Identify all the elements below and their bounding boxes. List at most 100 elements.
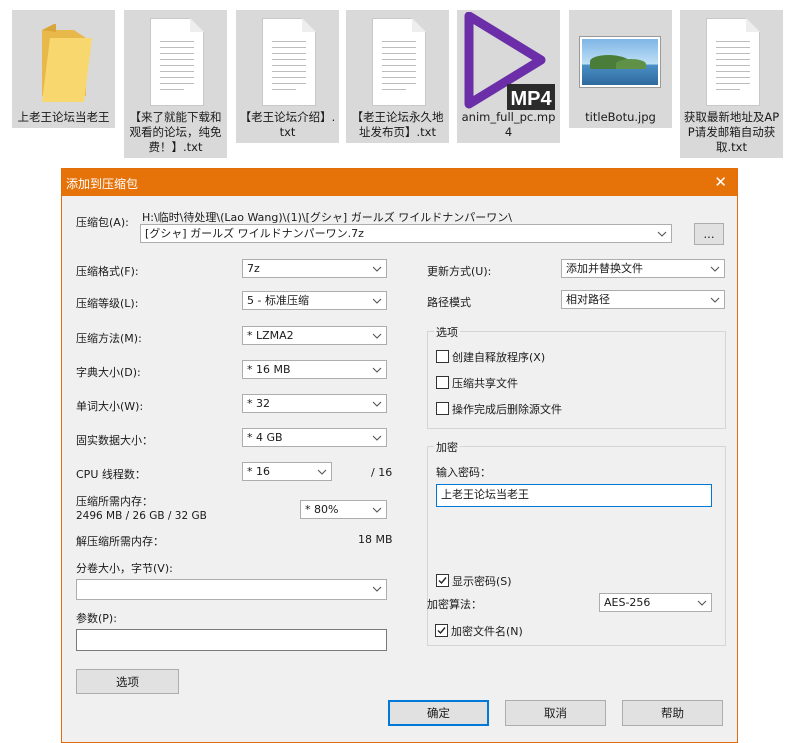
params-label: 参数(P): [76,612,117,625]
solid-value: * 4 GB [247,431,283,444]
shared-files-label: 压缩共享文件 [452,377,518,390]
checkbox-icon [436,402,449,415]
options-group: 选项 创建自释放程序(X) 压缩共享文件 操作完成后删除源文件 [427,324,726,429]
archive-name-value: [グシャ] ガールズ ワイルドナンパーワン.7z [145,227,364,240]
image-thumbnail-icon [579,36,661,88]
file-name: 上老王论坛当老王 [17,110,110,124]
options-button[interactable]: 选项 [76,669,179,694]
show-password-label: 显示密码(S) [452,575,512,588]
chevron-down-icon [372,260,382,277]
path-mode-select[interactable]: 相对路径 [561,290,725,309]
update-label: 更新方式(U): [427,265,492,278]
method-value: * LZMA2 [247,329,294,342]
word-select[interactable]: * 32 [242,394,387,413]
encryption-group-title: 加密 [434,439,460,455]
encryption-method-select[interactable]: AES-256 [599,593,712,612]
encryption-method-label: 加密算法： [427,598,482,611]
solid-select[interactable]: * 4 GB [242,428,387,447]
dialog-title: 添加到压缩包 [66,177,139,191]
title-bar[interactable]: 添加到压缩包 ✕ [62,169,737,196]
file-name: 【老王论坛永久地址发布页】.txt [351,110,444,139]
checkbox-checked-icon [435,624,448,637]
solid-label: 固实数据大小： [76,434,153,447]
level-select[interactable]: 5 - 标准压缩 [242,291,387,310]
ok-button[interactable]: 确定 [388,700,489,726]
path-mode-value: 相对路径 [566,293,610,306]
close-icon[interactable]: ✕ [714,173,727,191]
format-select[interactable]: 7z [242,259,387,278]
archive-label: 压缩包(A): [76,216,129,229]
file-text[interactable]: 获取最新地址及APP请发邮箱自动获取.txt [680,10,783,158]
browse-button[interactable]: ... [694,223,724,245]
mem-percent-value: * 80% [305,503,339,516]
password-input[interactable]: 上老王论坛当老王 [436,484,712,507]
sfx-checkbox[interactable]: 创建自释放程序(X) [436,349,545,365]
mp4-video-icon: MP4 [464,12,555,110]
cpu-label: CPU 线程数： [76,468,146,481]
update-mode-select[interactable]: 添加并替换文件 [561,259,725,278]
checkbox-icon [436,350,449,363]
shared-files-checkbox[interactable]: 压缩共享文件 [436,375,518,391]
file-text[interactable]: 【老王论坛介绍】.txt [236,10,339,143]
path-mode-label: 路径模式 [427,296,471,309]
update-mode-value: 添加并替换文件 [566,262,643,275]
cpu-select[interactable]: * 16 [242,462,332,481]
chevron-down-icon [697,594,707,611]
text-file-icon [150,18,204,106]
dict-select[interactable]: * 16 MB [242,360,387,379]
dict-value: * 16 MB [247,363,291,376]
encrypt-names-label: 加密文件名(N) [451,625,523,638]
file-name: titleBotu.jpg [585,110,656,124]
encryption-group: 加密 输入密码： 上老王论坛当老王 显示密码(S) [427,439,726,646]
delete-after-checkbox[interactable]: 操作完成后删除源文件 [436,401,562,417]
mem-comp-detail: 2496 MB / 26 GB / 32 GB [76,510,207,522]
volume-size-combo[interactable] [76,579,387,600]
checkbox-checked-icon [436,574,449,587]
chevron-down-icon [317,463,327,480]
volume-label: 分卷大小，字节(V): [76,562,173,575]
mem-comp-label: 压缩所需内存： [76,495,153,508]
chevron-down-icon [372,429,382,446]
cpu-value: * 16 [247,465,270,478]
file-name: anim_full_pc.mp4 [461,110,556,139]
chevron-down-icon [372,327,382,344]
mem-decomp-label: 解压缩所需内存： [76,535,164,548]
text-file-icon [706,18,760,106]
chevron-down-icon [372,580,382,597]
file-name: 【来了就能下载和观看的论坛，纯免费！】.txt [129,110,222,154]
options-group-title: 选项 [434,324,460,340]
cancel-button[interactable]: 取消 [505,700,606,726]
dict-label: 字典大小(D): [76,366,141,379]
file-text[interactable]: 【老王论坛永久地址发布页】.txt [346,10,449,143]
method-label: 压缩方法(M): [76,332,142,345]
encryption-method-value: AES-256 [604,596,651,609]
chevron-down-icon [372,395,382,412]
method-select[interactable]: * LZMA2 [242,326,387,345]
show-password-checkbox[interactable]: 显示密码(S) [436,573,512,589]
folder-icon [42,24,92,102]
chevron-down-icon [657,225,667,242]
file-folder[interactable]: 上老王论坛当老王 [12,10,115,128]
mp4-badge: MP4 [510,88,552,110]
checkbox-icon [436,376,449,389]
word-label: 单词大小(W): [76,400,144,413]
format-value: 7z [247,262,260,275]
help-button[interactable]: 帮助 [622,700,723,726]
chevron-down-icon [372,361,382,378]
sfx-label: 创建自释放程序(X) [452,351,546,364]
params-input[interactable] [76,629,387,651]
level-value: 5 - 标准压缩 [247,294,309,307]
cpu-total: / 16 [371,466,393,479]
file-image[interactable]: titleBotu.jpg [569,10,672,128]
level-label: 压缩等级(L): [76,297,139,310]
archive-name-combo[interactable]: [グシャ] ガールズ ワイルドナンパーワン.7z [140,224,672,243]
archive-path: H:\临时\待处理\(Lao Wang)\(1)\[グシャ] ガールズ ワイルド… [142,211,512,224]
mem-percent-select[interactable]: * 80% [300,500,387,519]
file-video[interactable]: MP4 anim_full_pc.mp4 [457,10,560,143]
chevron-down-icon [372,501,382,518]
encrypt-names-checkbox[interactable]: 加密文件名(N) [435,623,523,639]
word-value: * 32 [247,397,270,410]
file-text[interactable]: 【来了就能下载和观看的论坛，纯免费！】.txt [124,10,227,158]
chevron-down-icon [710,291,720,308]
chevron-down-icon [372,292,382,309]
